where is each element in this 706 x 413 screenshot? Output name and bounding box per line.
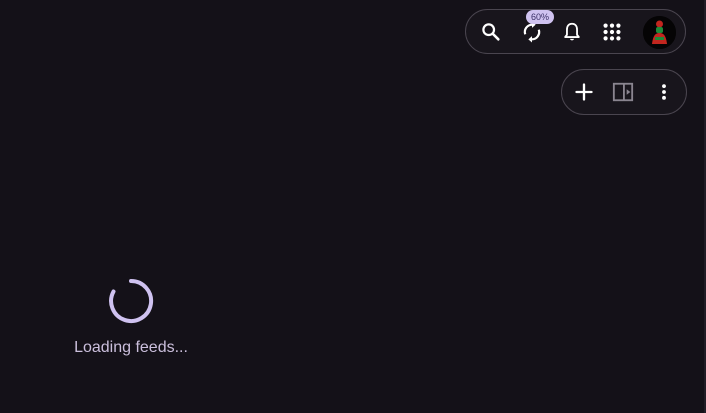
- search-icon: [482, 23, 500, 41]
- apps-grid-icon: [603, 23, 621, 41]
- apps-button[interactable]: [595, 15, 629, 49]
- sync-icon: [523, 21, 541, 43]
- app-window: 60% Loading feeds...: [0, 0, 706, 413]
- loading-spinner: [109, 278, 154, 323]
- plus-icon: [575, 83, 593, 101]
- toggle-panel-button[interactable]: [606, 75, 640, 109]
- search-button[interactable]: [474, 15, 508, 49]
- avatar-image: [643, 16, 676, 49]
- bell-icon: [564, 22, 580, 41]
- sync-progress-badge: 60%: [526, 10, 554, 24]
- side-panel-icon: [612, 82, 634, 102]
- add-button[interactable]: [567, 75, 601, 109]
- user-avatar[interactable]: [643, 16, 676, 49]
- loading-text: Loading feeds...: [74, 339, 188, 356]
- more-vert-icon: [662, 84, 666, 100]
- more-options-button[interactable]: [647, 75, 681, 109]
- notifications-button[interactable]: [555, 15, 589, 49]
